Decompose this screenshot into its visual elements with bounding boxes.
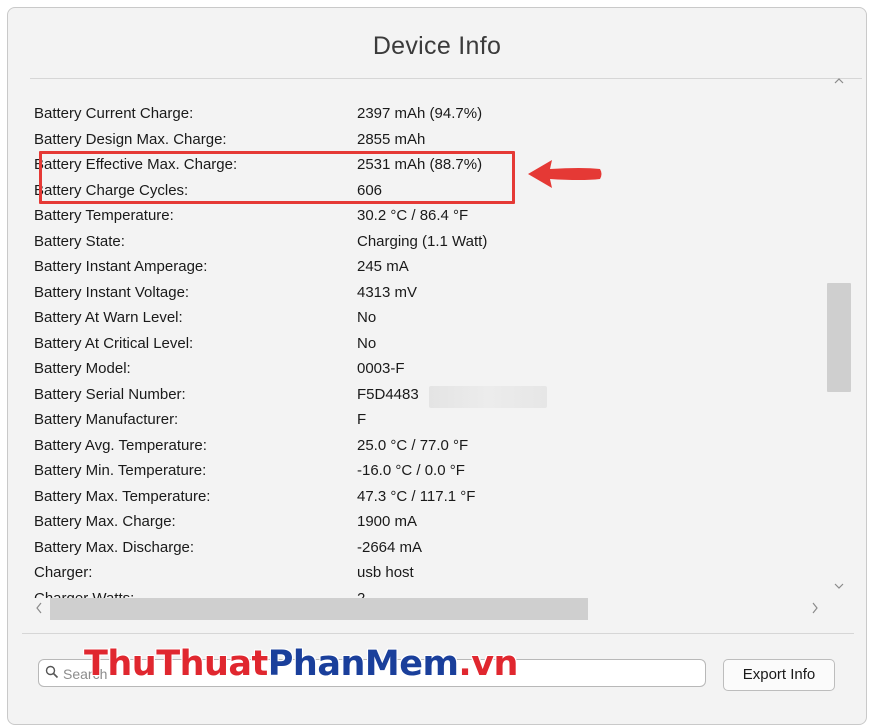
info-value: No — [357, 335, 377, 352]
highlight-annotation-box — [39, 151, 515, 204]
scroll-left-icon[interactable] — [34, 601, 44, 618]
info-value: 47.3 °C / 117.1 °F — [357, 488, 476, 505]
info-row: Battery At Warn Level: No — [34, 309, 814, 334]
redacted-serial-blur — [429, 386, 547, 408]
info-row: Charger Watts: 2 — [34, 590, 814, 598]
info-label: Battery State: — [34, 233, 125, 250]
info-value: 25.0 °C / 77.0 °F — [357, 437, 469, 454]
info-label: Battery Instant Amperage: — [34, 258, 208, 275]
info-row: Battery Instant Voltage: 4313 mV — [34, 284, 814, 309]
info-row: Battery Manufacturer: F — [34, 411, 814, 436]
horizontal-scroll-thumb[interactable] — [50, 598, 588, 620]
info-label: Battery Min. Temperature: — [34, 462, 207, 479]
vertical-scrollbar[interactable] — [826, 71, 852, 598]
watermark-part: ThuThuat — [84, 644, 268, 684]
info-label: Battery Serial Number: — [34, 386, 186, 403]
info-value: 30.2 °C / 86.4 °F — [357, 207, 469, 224]
info-row: Battery Serial Number: F5D4483 — [34, 386, 814, 411]
info-label: Battery At Critical Level: — [34, 335, 194, 352]
info-row: Battery At Critical Level: No — [34, 335, 814, 360]
info-value: -16.0 °C / 0.0 °F — [357, 462, 465, 479]
info-row: Battery Max. Discharge: -2664 mA — [34, 539, 814, 564]
info-value: 4313 mV — [357, 284, 418, 301]
info-row: Battery Model: 0003-F — [34, 360, 814, 385]
info-row: Battery Min. Temperature: -16.0 °C / 0.0… — [34, 462, 814, 487]
watermark-part: .vn — [458, 644, 518, 684]
info-value: F — [357, 411, 367, 428]
watermark-logo: ThuThuatPhanMem.vn — [84, 644, 518, 684]
info-label: Battery Max. Discharge: — [34, 539, 195, 556]
info-label: Battery At Warn Level: — [34, 309, 183, 326]
info-label: Battery Manufacturer: — [34, 411, 179, 428]
info-label: Battery Current Charge: — [34, 105, 194, 122]
info-value: 0003-F — [357, 360, 405, 377]
info-row: Charger: usb host — [34, 564, 814, 589]
info-value: 245 mA — [357, 258, 409, 275]
info-value: 2855 mAh — [357, 131, 426, 148]
window-title: Device Info — [372, 32, 502, 60]
info-row: Battery Temperature: 30.2 °C / 86.4 °F — [34, 207, 814, 232]
info-value: Charging (1.1 Watt) — [357, 233, 488, 250]
info-value: 1900 mA — [357, 513, 418, 530]
vertical-scroll-thumb[interactable] — [827, 283, 851, 392]
info-label: Battery Model: — [34, 360, 131, 377]
search-icon — [45, 665, 59, 679]
info-value: F5D4483 — [357, 386, 419, 403]
info-label: Charger Watts: — [34, 590, 134, 598]
info-label: Battery Max. Temperature: — [34, 488, 211, 505]
info-value: 2 — [357, 590, 365, 598]
info-label: Battery Temperature: — [34, 207, 174, 224]
watermark-part: PhanMem — [267, 644, 459, 684]
scroll-down-icon[interactable] — [832, 580, 846, 594]
footer-divider — [22, 633, 854, 634]
info-label: Battery Avg. Temperature: — [34, 437, 207, 454]
scroll-up-icon[interactable] — [832, 75, 846, 89]
info-row: Battery Max. Charge: 1900 mA — [34, 513, 814, 538]
info-row: Battery State: Charging (1.1 Watt) — [34, 233, 814, 258]
info-label: Battery Max. Charge: — [34, 513, 176, 530]
export-info-button[interactable]: Export Info — [723, 659, 835, 691]
info-row: Battery Avg. Temperature: 25.0 °C / 77.0… — [34, 437, 814, 462]
left-arrow-icon — [528, 160, 602, 188]
info-row: Battery Instant Amperage: 245 mA — [34, 258, 814, 283]
info-value: 2397 mAh (94.7%) — [357, 105, 483, 122]
info-label: Battery Design Max. Charge: — [34, 131, 227, 148]
info-value: usb host — [357, 564, 414, 581]
horizontal-scrollbar[interactable] — [28, 598, 828, 622]
scrollbar-corner — [828, 598, 852, 622]
info-value: No — [357, 309, 377, 326]
info-row: Battery Max. Temperature: 47.3 °C / 117.… — [34, 488, 814, 513]
scroll-right-icon[interactable] — [810, 601, 820, 618]
info-label: Battery Instant Voltage: — [34, 284, 190, 301]
info-row: Battery Current Charge: 2397 mAh (94.7%) — [34, 105, 814, 130]
info-value: -2664 mA — [357, 539, 423, 556]
info-label: Charger: — [34, 564, 93, 581]
